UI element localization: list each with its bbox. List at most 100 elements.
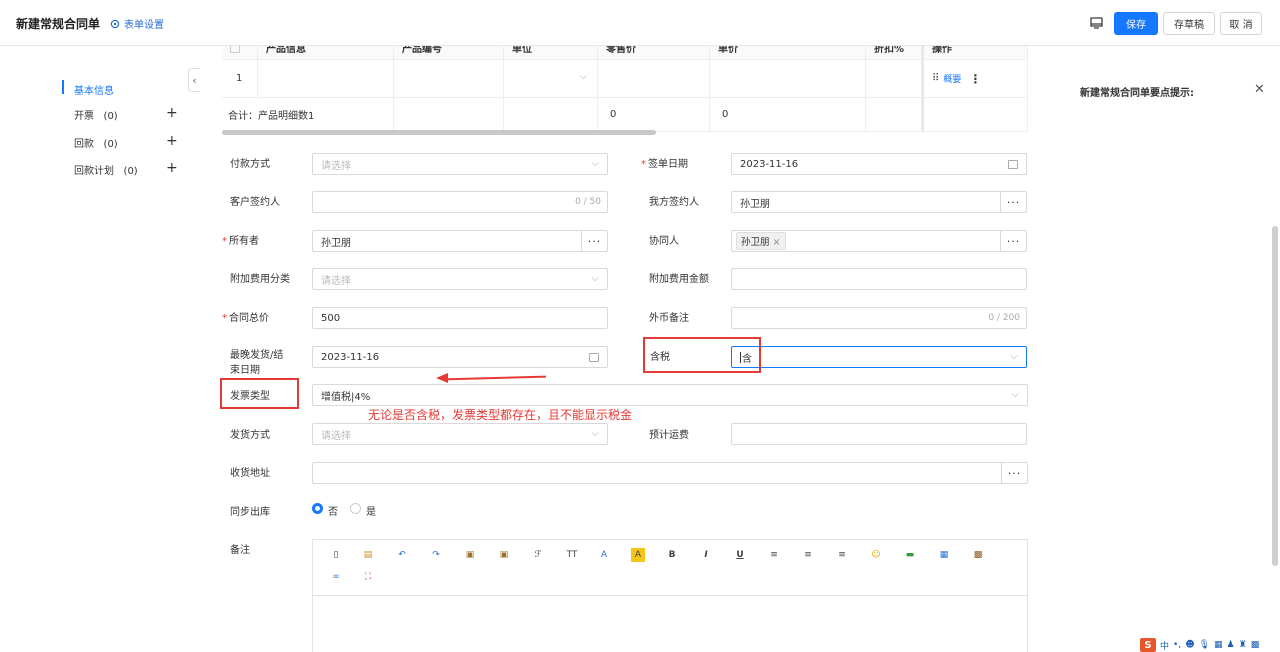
fullscreen-icon[interactable]: ⛶	[361, 570, 375, 584]
owner-label: * 所有者	[222, 236, 259, 247]
contract-total-input[interactable]: 500	[312, 307, 608, 329]
save-button[interactable]: 保存	[1114, 12, 1158, 35]
extra-fee-category-placeholder: 请选择	[321, 275, 351, 287]
nav-item-label: 开票	[74, 111, 94, 122]
latest-ship-date-input[interactable]: 2023-11-16	[312, 346, 608, 368]
sync-no-label: 否	[328, 507, 338, 518]
summary-link[interactable]: 概要	[943, 72, 961, 85]
save-draft-button[interactable]: 存草稿	[1163, 12, 1215, 35]
keyboard-icon[interactable]: ▦	[1214, 640, 1223, 650]
font-color-icon[interactable]: A	[597, 548, 611, 562]
nav-item-label: 回款计划	[74, 166, 114, 177]
collaborator-input[interactable]: 孙卫朋 × ···	[731, 230, 1027, 252]
link-icon[interactable]: ∞	[329, 570, 343, 584]
tips-title: 新建常规合同单要点提示:	[1080, 88, 1194, 99]
remarks-rich-editor[interactable]: ▯ ▤ ↶ ↷ ▣ ▣ ℱ TT A A B I U ≡ ≡ ≡ ☺ ▬ ▦ ▩…	[312, 539, 1028, 652]
underline-icon[interactable]: U	[733, 548, 747, 562]
more-horizontal-icon[interactable]: ···	[1000, 231, 1026, 251]
more-horizontal-icon[interactable]: ···	[1001, 463, 1027, 483]
source-icon[interactable]: ▯	[329, 548, 343, 562]
client-signer-input[interactable]: 0 / 50	[312, 191, 608, 213]
nav-item-payment-plan[interactable]: 回款计划 (0)	[74, 162, 138, 177]
undo-icon[interactable]: ↶	[395, 548, 409, 562]
user-icon[interactable]: ♟	[1227, 640, 1235, 650]
nav-item-invoice[interactable]: 开票 (0)	[74, 107, 118, 122]
close-icon[interactable]: ×	[773, 237, 781, 248]
align-left-icon[interactable]: ≡	[767, 548, 781, 562]
tax-included-select[interactable]: 含 ⌵	[731, 346, 1027, 368]
sign-date-label-text: 签单日期	[648, 159, 688, 170]
emoji-icon[interactable]: ☻	[1185, 640, 1194, 650]
table-header-cell: 操作	[922, 46, 1028, 59]
fx-note-input[interactable]: 0 / 200	[731, 307, 1027, 329]
template-icon[interactable]: ▤	[361, 548, 375, 562]
invoice-type-select[interactable]: 增值税|4% ⌵	[312, 384, 1028, 406]
font-size-icon[interactable]: TT	[563, 548, 581, 562]
more-horizontal-icon[interactable]: ···	[1000, 192, 1026, 212]
our-signer-label: 我方签约人	[649, 197, 699, 208]
align-right-icon[interactable]: ≡	[835, 548, 849, 562]
monitor-icon[interactable]	[1090, 17, 1103, 29]
row-unit-select[interactable]: ⌵	[504, 60, 598, 97]
nav-item-payment[interactable]: 回款 (0)	[74, 135, 118, 150]
nav-item-basic-info[interactable]: 基本信息	[74, 82, 114, 97]
payment-method-select[interactable]: 请选择 ⌵	[312, 153, 608, 175]
image-icon[interactable]: ▩	[971, 548, 985, 562]
more-vertical-icon[interactable]: ⋮	[969, 72, 981, 86]
paste-text-icon[interactable]: ▣	[497, 548, 511, 562]
cancel-button[interactable]: 取 消	[1220, 12, 1262, 35]
table-horizontal-scrollbar[interactable]	[222, 130, 656, 135]
ship-method-label: 发货方式	[230, 430, 270, 441]
table-icon[interactable]: ▦	[937, 548, 951, 562]
font-family-icon[interactable]: ℱ	[531, 548, 545, 562]
form-settings-label: 表单设置	[124, 20, 164, 31]
owner-input[interactable]: 孙卫朋 ···	[312, 230, 608, 252]
delivery-address-input[interactable]: ···	[312, 462, 1028, 484]
row-product-info[interactable]	[258, 60, 394, 97]
table-header-cell: 产品信息	[258, 46, 394, 59]
owner-label-text: 所有者	[229, 236, 259, 247]
bold-icon[interactable]: B	[665, 548, 679, 562]
punctuation-icon[interactable]: •,	[1173, 640, 1181, 650]
contract-total-label-text: 合同总价	[229, 313, 269, 324]
drag-handle-icon[interactable]: ⠿	[932, 73, 939, 84]
ship-method-placeholder: 请选择	[321, 430, 351, 442]
form-settings-link[interactable]: 表单设置	[110, 16, 164, 31]
highlight-color-icon[interactable]: A	[631, 548, 645, 562]
more-horizontal-icon[interactable]: ···	[581, 231, 607, 251]
add-payment-plan-icon[interactable]: +	[166, 161, 178, 175]
ship-method-select[interactable]: 请选择 ⌵	[312, 423, 608, 445]
annotation-box-invoice-type	[220, 378, 299, 409]
close-icon[interactable]: ✕	[1254, 82, 1265, 97]
microphone-icon[interactable]: 🎙	[1199, 640, 1210, 650]
add-payment-icon[interactable]: +	[166, 134, 178, 148]
sync-yes-label: 是	[366, 507, 376, 518]
sync-yes-radio[interactable]	[350, 503, 361, 514]
total-price: 0	[710, 98, 866, 131]
redo-icon[interactable]: ↷	[429, 548, 443, 562]
skin-icon[interactable]: ♜	[1239, 640, 1247, 650]
our-signer-input[interactable]: 孙卫朋 ···	[731, 191, 1027, 213]
add-invoice-icon[interactable]: +	[166, 106, 178, 120]
italic-icon[interactable]: I	[699, 548, 713, 562]
ime-language[interactable]: 中	[1160, 639, 1169, 652]
header-bar: 新建常规合同单 表单设置 保存 存草稿 取 消	[0, 0, 1280, 46]
latest-ship-label: 最晚发货/结 束日期	[230, 348, 283, 378]
paste-icon[interactable]: ▣	[463, 548, 477, 562]
sign-date-input[interactable]: 2023-11-16	[731, 153, 1027, 175]
horizontal-rule-icon[interactable]: ▬	[903, 548, 917, 562]
collapse-nav-button[interactable]: ‹	[188, 68, 200, 92]
est-freight-input[interactable]	[731, 423, 1027, 445]
row-product-code	[394, 60, 504, 97]
toolbox-icon[interactable]: ▩	[1251, 640, 1260, 650]
extra-fee-amount-input[interactable]	[731, 268, 1027, 290]
sync-no-radio[interactable]	[312, 503, 323, 514]
ime-logo-icon[interactable]: S	[1140, 638, 1156, 652]
emoji-icon[interactable]: ☺	[869, 548, 883, 562]
annotation-arrow	[443, 375, 547, 381]
vertical-scrollbar[interactable]	[1272, 226, 1278, 566]
extra-fee-category-select[interactable]: 请选择 ⌵	[312, 268, 608, 290]
table-header-checkbox[interactable]	[222, 46, 258, 59]
table-header-cell: 零售价	[598, 46, 710, 59]
align-center-icon[interactable]: ≡	[801, 548, 815, 562]
